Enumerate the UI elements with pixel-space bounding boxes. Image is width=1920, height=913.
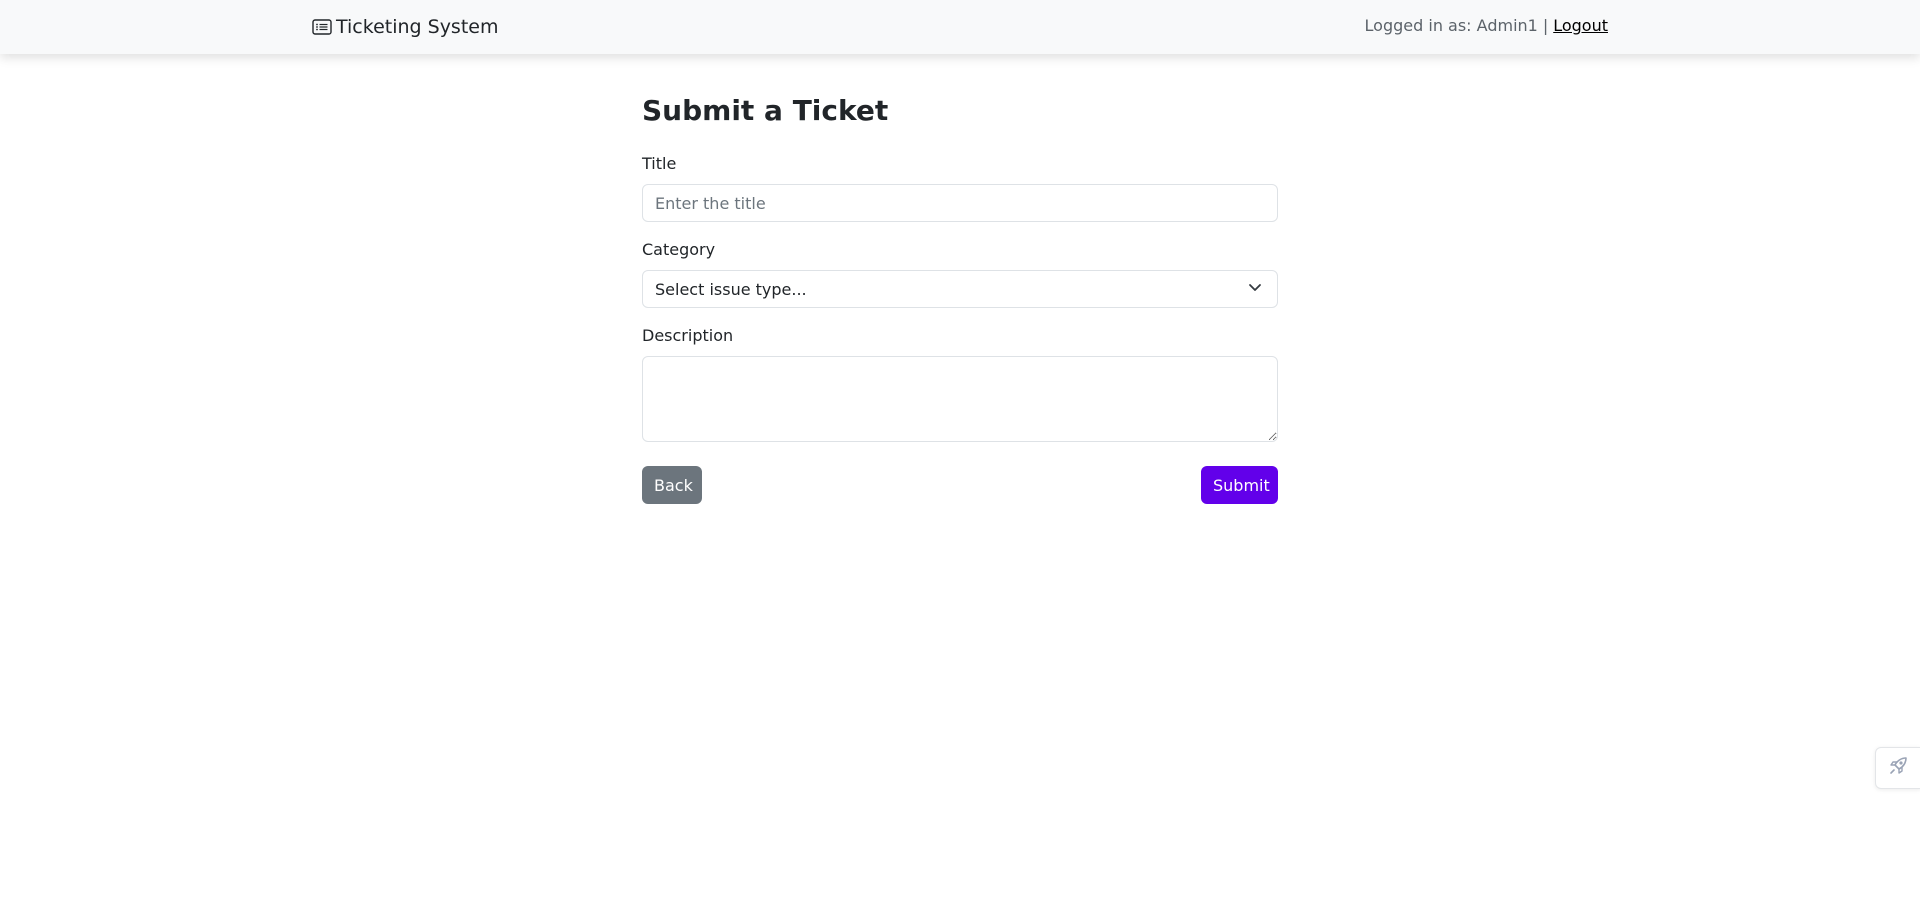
category-select[interactable]: Select issue type... [642,270,1278,308]
title-input[interactable] [642,184,1278,222]
logged-in-text: Logged in as: Admin1 [1364,16,1538,35]
brand-link[interactable]: Ticketing System [312,14,498,40]
description-label: Description [642,326,734,345]
floating-widget-button[interactable] [1875,747,1920,789]
brand-title: Ticketing System [336,16,499,38]
submit-button[interactable]: Submit [1201,466,1278,504]
title-label: Title [642,154,677,173]
separator: | [1542,16,1549,35]
chevron-down-icon [1247,279,1265,299]
back-button[interactable]: Back [642,466,702,504]
ticket-form-container: Submit a Ticket Title Category Select is… [642,90,1278,504]
category-label: Category [642,240,716,259]
logout-link[interactable]: Logout [1553,16,1608,35]
card-list-icon [312,17,332,37]
page-title: Submit a Ticket [642,94,889,127]
category-selected-value: Select issue type... [655,279,807,299]
description-textarea[interactable] [642,356,1278,442]
user-info: Logged in as: Admin1 | Logout [1365,16,1608,35]
top-navbar: Ticketing System Logged in as: Admin1 | … [0,0,1920,54]
rocket-icon [1887,755,1909,781]
